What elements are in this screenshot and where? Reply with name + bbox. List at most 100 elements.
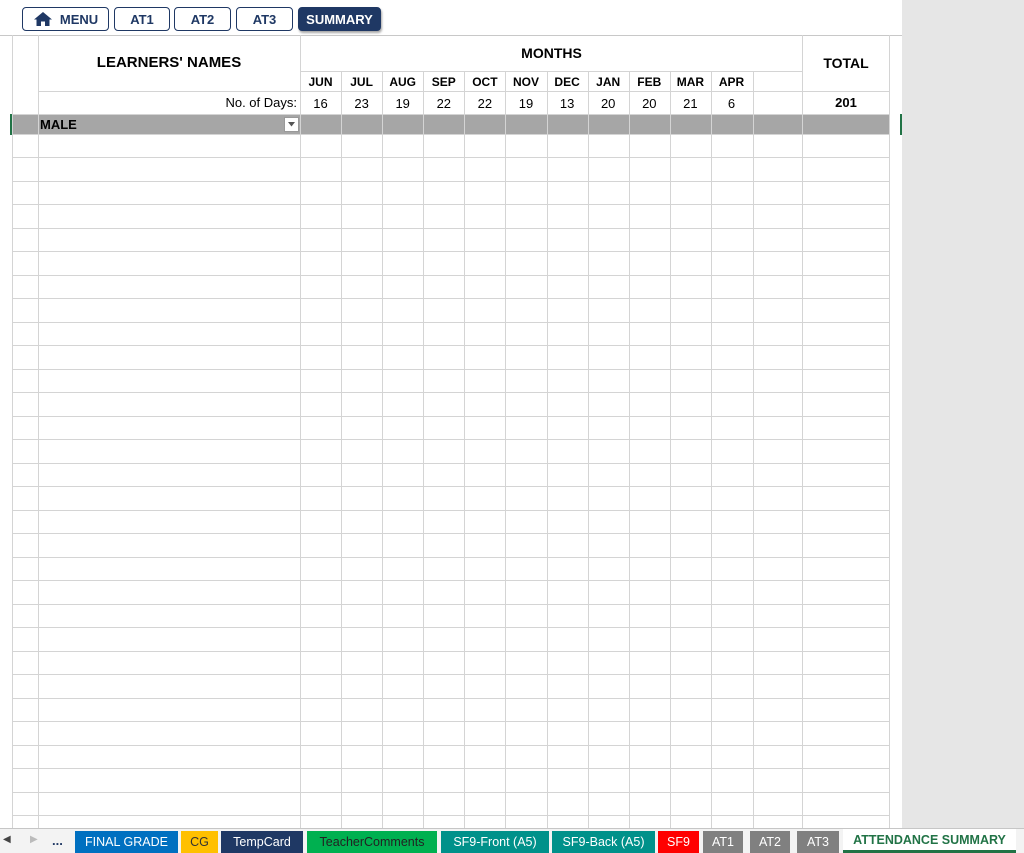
grid-column-line xyxy=(341,72,342,828)
months-header: MONTHS xyxy=(521,45,582,61)
grid-row-line xyxy=(12,557,890,558)
sheet-background xyxy=(902,0,1024,828)
grid-row-line xyxy=(38,91,889,92)
grid-row-line xyxy=(12,674,890,675)
grid-column-line xyxy=(547,72,548,828)
grid-row-line xyxy=(12,181,890,182)
tab-final-grade[interactable]: FINAL GRADE xyxy=(75,831,178,853)
grid-row-line xyxy=(12,698,890,699)
days-value-apr: 6 xyxy=(727,96,736,111)
month-header-jul: JUL xyxy=(350,75,373,89)
scroll-left-icon[interactable]: ◀ xyxy=(3,834,11,845)
learners-names-header: LEARNERS' NAMES xyxy=(96,54,242,71)
grid-row-line xyxy=(12,275,890,276)
male-section-label: MALE xyxy=(40,117,77,132)
grid-column-line xyxy=(670,72,671,828)
days-value-jun: 16 xyxy=(313,96,328,111)
grid-row-line xyxy=(12,416,890,417)
grid-column-line xyxy=(629,72,630,828)
days-label: No. of Days: xyxy=(225,95,297,110)
grid-row-line xyxy=(12,298,890,299)
total-header: TOTAL xyxy=(823,55,869,71)
grid-column-line xyxy=(382,72,383,828)
month-header-oct: OCT xyxy=(472,75,498,89)
grid-row-line xyxy=(12,114,890,115)
at1-button[interactable]: AT1 xyxy=(114,7,170,31)
total-days-value: 201 xyxy=(835,95,857,110)
month-header-jun: JUN xyxy=(308,75,333,89)
grid-row-line xyxy=(12,157,890,158)
month-header-mar: MAR xyxy=(676,75,705,89)
grid-row-line xyxy=(12,651,890,652)
days-value-sep: 22 xyxy=(436,96,452,111)
month-header-jan: JAN xyxy=(596,75,621,89)
at1-button-label: AT1 xyxy=(130,11,154,27)
at3-button-label: AT3 xyxy=(252,11,277,27)
tab-cg[interactable]: CG xyxy=(181,831,218,853)
grid-row-line xyxy=(12,604,890,605)
grid-row-line xyxy=(12,627,890,628)
grid-column-line xyxy=(464,72,465,828)
filter-dropdown-button[interactable] xyxy=(284,117,299,132)
grid-column-line xyxy=(505,72,506,828)
scroll-right-icon[interactable]: ▶ xyxy=(30,834,38,845)
grid-column-line xyxy=(802,35,803,828)
grid-column-line xyxy=(423,72,424,828)
month-header-apr: APR xyxy=(718,75,745,89)
month-header-aug: AUG xyxy=(389,75,417,89)
grid-column-line xyxy=(12,35,13,828)
month-header-feb: FEB xyxy=(637,75,662,89)
grid-column-line xyxy=(753,72,754,828)
days-value-oct: 22 xyxy=(477,96,493,111)
grid-row-line xyxy=(12,463,890,464)
menu-button-label: MENU xyxy=(59,11,99,27)
grid-row-line xyxy=(12,228,890,229)
attendance-summary-sheet[interactable]: LEARNERS' NAMES MONTHS TOTAL JUN JUL AUG SE… xyxy=(0,35,902,828)
chevron-down-icon xyxy=(288,122,295,127)
grid-row-line xyxy=(12,369,890,370)
male-section-row[interactable] xyxy=(12,115,890,134)
tab-at1[interactable]: AT1 xyxy=(703,831,743,853)
grid-row-line xyxy=(12,204,890,205)
grid-column-line xyxy=(588,72,589,828)
tab-sf9[interactable]: SF9 xyxy=(658,831,699,853)
grid-row-line xyxy=(12,792,890,793)
grid-row-line xyxy=(12,322,890,323)
days-value-dec: 13 xyxy=(559,96,575,111)
grid-row-line xyxy=(12,533,890,534)
more-tabs-button[interactable]: ... xyxy=(52,833,63,848)
month-header-sep: SEP xyxy=(431,75,456,89)
grid-row-line xyxy=(12,345,890,346)
grid-row-line xyxy=(12,815,890,816)
days-value-feb: 20 xyxy=(642,96,657,111)
tab-at2[interactable]: AT2 xyxy=(750,831,790,853)
grid-row-line xyxy=(301,71,802,72)
days-value-mar: 21 xyxy=(683,96,698,111)
days-value-nov: 19 xyxy=(518,96,534,111)
summary-button-label: SUMMARY xyxy=(306,11,373,27)
days-value-jul: 23 xyxy=(354,96,369,111)
summary-button[interactable]: SUMMARY xyxy=(298,7,381,31)
month-header-dec: DEC xyxy=(554,75,580,89)
at2-button[interactable]: AT2 xyxy=(174,7,231,31)
grid-row-line xyxy=(12,251,890,252)
grid-row-line xyxy=(12,745,890,746)
grid-column-line xyxy=(300,35,301,828)
month-header-nov: NOV xyxy=(512,75,539,89)
tab-teachercomments[interactable]: TeacherComments xyxy=(307,831,437,853)
tab-tempcard[interactable]: TempCard xyxy=(221,831,303,853)
at3-button[interactable]: AT3 xyxy=(236,7,293,31)
selection-border-right xyxy=(900,114,902,135)
tab-sf9-front-a5[interactable]: SF9-Front (A5) xyxy=(441,831,549,853)
grid-row-line xyxy=(12,486,890,487)
grid-row-line xyxy=(12,134,890,135)
tab-attendance-summary[interactable]: ATTENDANCE SUMMARY xyxy=(843,829,1016,853)
tab-sf9-back-a5[interactable]: SF9-Back (A5) xyxy=(552,831,655,853)
menu-button[interactable]: MENU xyxy=(22,7,109,31)
tab-at3[interactable]: AT3 xyxy=(797,831,839,853)
grid-row-line xyxy=(12,580,890,581)
at2-button-label: AT2 xyxy=(190,11,215,27)
sheet-top-border xyxy=(0,35,902,36)
grid-row-line xyxy=(12,768,890,769)
spreadsheet-window: MENU AT1 AT2 AT3 SUMMARY LEARNERS' NAMES… xyxy=(0,0,1024,853)
